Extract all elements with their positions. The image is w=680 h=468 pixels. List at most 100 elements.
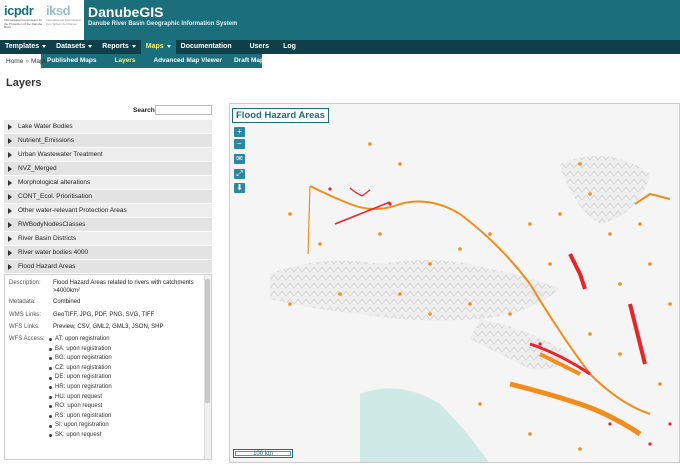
search-label: Search:	[133, 107, 157, 114]
layer-item[interactable]: RWBodyNodesClasses	[4, 218, 212, 232]
layer-detail-panel: Description: Flood Hazard Areas related …	[4, 274, 212, 460]
layer-label: Urban Wastewater Treatment	[18, 150, 103, 158]
triangle-right-icon	[8, 207, 12, 214]
nav-documentation[interactable]: Documentation	[176, 40, 237, 54]
nav-log[interactable]: Log	[278, 40, 301, 54]
layer-label: Lake Water Bodies	[18, 122, 73, 130]
nav-label: Datasets	[56, 43, 86, 50]
triangle-right-icon	[8, 249, 12, 256]
layer-item-flood-hazard-areas[interactable]: Flood Hazard Areas	[4, 260, 212, 274]
nav-reports[interactable]: Reports	[97, 40, 140, 54]
layer-item[interactable]: Nutrient_Emissions	[4, 134, 212, 148]
tab-layers[interactable]: Layers	[102, 54, 147, 68]
logo-subtitle: International Commission for the Protect…	[4, 18, 43, 30]
nav-templates[interactable]: Templates	[0, 40, 51, 54]
layer-item[interactable]: CONT_Ecol. Prioritisation	[4, 190, 212, 204]
sub-navigation: Published Maps Layers Advanced Map Viewe…	[41, 54, 268, 68]
breadcrumb-home[interactable]: Home	[6, 58, 23, 65]
list-item: DE: upon registration	[49, 373, 112, 383]
triangle-right-icon	[8, 151, 12, 158]
nav-datasets[interactable]: Datasets	[51, 40, 97, 54]
bullet-icon	[49, 347, 52, 351]
tab-draft-maps[interactable]: Draft Maps	[228, 54, 274, 68]
detail-scrollbar[interactable]	[204, 275, 211, 459]
layer-item[interactable]: Urban Wastewater Treatment	[4, 148, 212, 162]
layer-item[interactable]: NVZ_Merged	[4, 162, 212, 176]
layer-item[interactable]: Other water-relevant Protection Areas	[4, 204, 212, 218]
list-item: HU: upon request	[49, 393, 112, 403]
zoom-in-button[interactable]: +	[234, 127, 245, 137]
search-input[interactable]	[155, 105, 212, 115]
wms-links[interactable]: GeoTIFF, JPG, PDF, PNG, SVG, TIFF	[53, 312, 203, 320]
list-item: SK: upon request	[49, 431, 112, 441]
bullet-icon	[49, 395, 52, 399]
layer-item[interactable]: River Basin Districts	[4, 232, 212, 246]
triangle-right-icon	[8, 221, 12, 228]
app-header: icpdr iksd International Commission for …	[0, 0, 680, 40]
layer-label: CONT_Ecol. Prioritisation	[18, 192, 93, 200]
download-icon[interactable]: ⬇	[234, 183, 245, 193]
bullet-icon	[49, 386, 52, 390]
layer-item[interactable]: Lake Water Bodies	[4, 120, 212, 134]
caret-down-icon	[88, 44, 93, 48]
triangle-right-icon	[8, 165, 12, 172]
layer-label: Nutrient_Emissions	[18, 136, 74, 144]
layer-label: Other water-relevant Protection Areas	[18, 206, 127, 214]
layer-label: Morphological alterations	[18, 178, 91, 186]
layer-label: Flood Hazard Areas	[18, 262, 76, 270]
map-canvas[interactable]	[230, 104, 680, 463]
breadcrumb: Home» Maps	[6, 58, 47, 65]
list-item: RO: upon request	[49, 402, 112, 412]
logo[interactable]: icpdr iksd International Commission for …	[0, 0, 84, 40]
bullet-icon	[49, 405, 52, 409]
breadcrumb-current[interactable]: Maps	[31, 58, 47, 65]
bullet-icon	[49, 415, 52, 419]
layer-item[interactable]: Morphological alterations	[4, 176, 212, 190]
triangle-right-icon	[8, 123, 12, 130]
nav-label: Reports	[102, 43, 129, 50]
detail-key: WMS Links:	[9, 312, 42, 318]
wfs-access-list: AT: upon registration BA: upon registrat…	[49, 335, 112, 441]
triangle-right-icon	[8, 193, 12, 200]
page-title: Layers	[6, 77, 42, 89]
layer-label: River Basin Districts	[18, 234, 77, 242]
list-item: BG: upon registration	[49, 354, 112, 364]
app-subtitle: Danube River Basin Geographic Informatio…	[88, 21, 238, 27]
metadata-link[interactable]: Combined	[53, 299, 203, 307]
bullet-icon	[49, 434, 52, 438]
zoom-out-button[interactable]: −	[234, 139, 245, 149]
wfs-links[interactable]: Preview, CSV, GML2, GML3, JSON, SHP	[53, 324, 203, 332]
mail-icon[interactable]: ✉	[234, 154, 245, 164]
list-item: HR: upon registration	[49, 383, 112, 393]
nav-maps[interactable]: Maps	[140, 40, 176, 54]
list-item: RS: upon registration	[49, 412, 112, 422]
scrollbar-thumb[interactable]	[205, 279, 210, 403]
tab-advanced-map-viewer[interactable]: Advanced Map Viewer	[147, 54, 228, 68]
detail-key: Description:	[9, 280, 41, 286]
map-viewer[interactable]	[229, 103, 680, 463]
bullet-icon	[49, 424, 52, 428]
bullet-icon	[49, 367, 52, 371]
triangle-right-icon	[8, 263, 12, 270]
detail-value: Flood Hazard Areas related to rivers wit…	[53, 280, 194, 294]
app-title: DanubeGIS	[88, 4, 164, 20]
layer-label: NVZ_Merged	[18, 164, 57, 172]
bullet-icon	[49, 376, 52, 380]
nav-label: Templates	[5, 43, 40, 50]
fullscreen-icon[interactable]: ⤢	[234, 169, 245, 179]
scale-label: 100 km	[253, 451, 273, 457]
nav-users[interactable]: Users	[245, 40, 274, 54]
detail-key: WFS Links:	[9, 324, 40, 330]
layer-list: Lake Water Bodies Nutrient_Emissions Urb…	[4, 120, 212, 274]
logo-subtitle-de: Internationale Kommission zum Schutz der…	[46, 18, 82, 26]
triangle-right-icon	[8, 179, 12, 186]
layer-item[interactable]: River water bodies 4000	[4, 246, 212, 260]
list-item: BA: upon registration	[49, 345, 112, 355]
bullet-icon	[49, 338, 52, 342]
detail-key: WFS Access:	[9, 336, 45, 342]
breadcrumb-separator: »	[25, 58, 29, 65]
caret-down-icon	[131, 44, 136, 48]
map-title: Flood Hazard Areas	[232, 108, 329, 123]
bullet-icon	[49, 357, 52, 361]
tab-published-maps[interactable]: Published Maps	[41, 54, 102, 68]
